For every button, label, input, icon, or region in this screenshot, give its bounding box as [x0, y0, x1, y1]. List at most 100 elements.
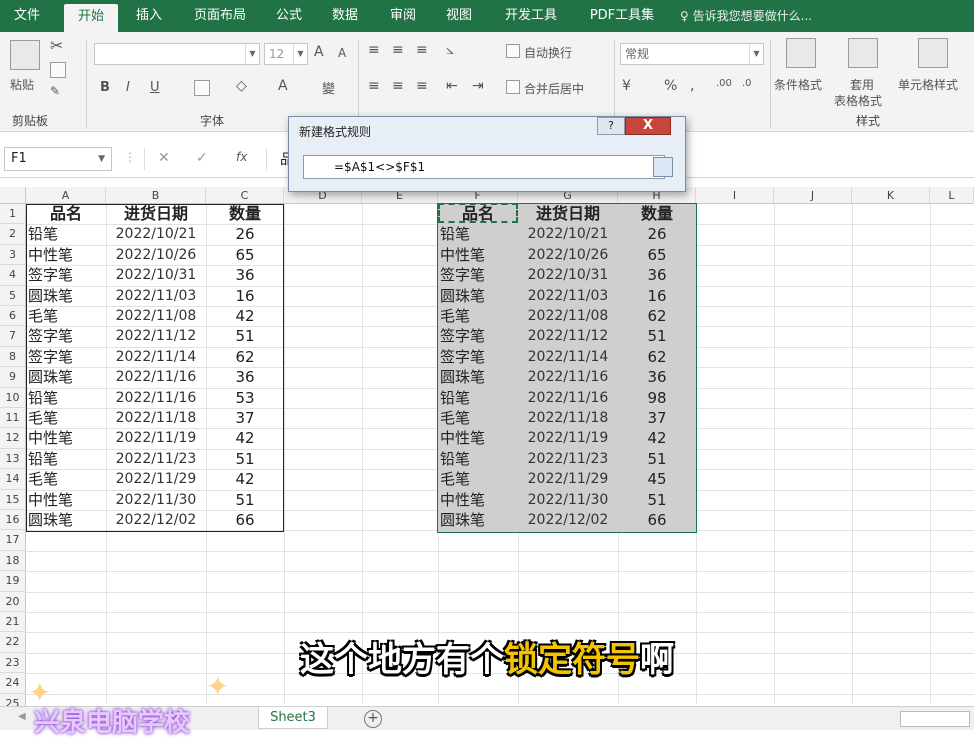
copy-icon[interactable]: [50, 62, 66, 78]
row-header[interactable]: 18: [0, 550, 26, 572]
table-format-icon[interactable]: [848, 38, 878, 68]
scroll-left-icon[interactable]: ◀: [18, 711, 26, 722]
row-header[interactable]: 12: [0, 428, 26, 449]
ribbon-separator: [614, 40, 615, 128]
wrap-text-icon[interactable]: [506, 44, 520, 58]
increase-indent-icon[interactable]: ⇥: [472, 78, 484, 94]
row-header[interactable]: 14: [0, 469, 26, 490]
row-header[interactable]: 21: [0, 612, 26, 633]
cell-styles-icon[interactable]: [918, 38, 948, 68]
comma-icon[interactable]: ,: [690, 78, 694, 94]
formula-input[interactable]: =$A$1<>$F$1: [303, 155, 665, 179]
row-header[interactable]: 9: [0, 367, 26, 388]
increase-font-icon[interactable]: A: [314, 44, 324, 60]
row-header[interactable]: 15: [0, 489, 26, 510]
align-right-icon[interactable]: ≡: [416, 78, 428, 94]
row-header[interactable]: 2: [0, 224, 26, 245]
font-size-combo[interactable]: 12 ▼: [264, 43, 308, 65]
conditional-format-button[interactable]: 条件格式: [774, 76, 822, 93]
row-header[interactable]: 17: [0, 530, 26, 551]
column-header[interactable]: B: [106, 187, 206, 204]
select-all-corner[interactable]: [0, 187, 26, 204]
border-icon[interactable]: [194, 80, 210, 96]
orientation-icon[interactable]: ⦣: [446, 42, 454, 58]
paste-label: 粘贴: [10, 78, 35, 92]
row-header[interactable]: 11: [0, 408, 26, 429]
sheet-tab[interactable]: Sheet3: [258, 707, 328, 729]
decrease-decimal-icon[interactable]: .0: [742, 78, 752, 89]
merge-center-button[interactable]: 合并后居中: [524, 80, 584, 97]
collapse-dialog-icon[interactable]: [653, 157, 673, 177]
currency-icon[interactable]: ¥: [622, 78, 631, 94]
enter-icon[interactable]: ✓: [196, 150, 208, 166]
close-button[interactable]: X: [625, 117, 671, 135]
gridline: [362, 204, 363, 704]
underline-button[interactable]: U: [150, 80, 160, 95]
tab-insert[interactable]: 插入: [126, 0, 172, 32]
column-header[interactable]: I: [696, 187, 774, 204]
format-painter-icon[interactable]: ✎: [50, 84, 60, 98]
align-left-icon[interactable]: ≡: [368, 78, 380, 94]
font-name-combo[interactable]: ▼: [94, 43, 260, 65]
align-center-icon[interactable]: ≡: [392, 78, 404, 94]
cancel-icon[interactable]: ✕: [158, 150, 170, 166]
tell-me-box[interactable]: ♀ 告诉我您想要做什么...: [680, 0, 812, 32]
formula-separator: [144, 148, 145, 170]
bold-button[interactable]: B: [100, 80, 110, 95]
tab-data[interactable]: 数据: [322, 0, 368, 32]
align-middle-icon[interactable]: ≡: [392, 42, 404, 58]
merge-center-icon[interactable]: [506, 80, 520, 94]
gridline: [284, 204, 285, 704]
number-format-combo[interactable]: 常规 ▼: [620, 43, 764, 65]
cut-icon[interactable]: ✂: [50, 36, 63, 55]
tab-view[interactable]: 视图: [436, 0, 482, 32]
row-header[interactable]: 16: [0, 510, 26, 531]
column-header[interactable]: C: [206, 187, 284, 204]
help-button[interactable]: ?: [597, 117, 625, 135]
row-header[interactable]: 19: [0, 571, 26, 592]
tab-page-layout[interactable]: 页面布局: [184, 0, 256, 32]
tab-developer[interactable]: 开发工具: [494, 0, 568, 32]
tab-review[interactable]: 审阅: [380, 0, 426, 32]
add-sheet-icon[interactable]: +: [364, 710, 382, 728]
table-format-label-1[interactable]: 套用: [850, 76, 874, 93]
phonetic-icon[interactable]: 變: [322, 78, 335, 97]
paste-icon[interactable]: [10, 40, 40, 70]
tab-formulas[interactable]: 公式: [266, 0, 312, 32]
insert-function-button[interactable]: fx: [236, 150, 247, 164]
row-header[interactable]: 5: [0, 285, 26, 306]
align-bottom-icon[interactable]: ≡: [416, 42, 428, 58]
increase-decimal-icon[interactable]: .00: [716, 78, 732, 89]
column-header[interactable]: A: [26, 187, 106, 204]
table-format-label-2[interactable]: 表格格式: [834, 92, 882, 109]
row-header[interactable]: 1: [0, 204, 26, 225]
tab-pdf-tools[interactable]: PDF工具集: [580, 0, 664, 32]
chevron-down-icon[interactable]: ▼: [98, 148, 105, 170]
tab-home[interactable]: 开始: [64, 4, 118, 32]
decrease-font-icon[interactable]: A: [338, 46, 346, 60]
italic-button[interactable]: I: [126, 80, 130, 95]
row-header[interactable]: 8: [0, 346, 26, 368]
row-header[interactable]: 6: [0, 306, 26, 327]
row-header[interactable]: 10: [0, 387, 26, 408]
horizontal-scrollbar[interactable]: [900, 711, 970, 727]
cell-styles-button[interactable]: 单元格样式: [898, 76, 958, 93]
conditional-format-icon[interactable]: [786, 38, 816, 68]
column-header[interactable]: K: [852, 187, 930, 204]
row-header[interactable]: 3: [0, 244, 26, 266]
percent-icon[interactable]: %: [664, 78, 677, 94]
row-header[interactable]: 13: [0, 448, 26, 470]
tab-file[interactable]: 文件: [2, 0, 52, 32]
dialog-title: 新建格式规则: [299, 125, 372, 139]
column-header[interactable]: L: [930, 187, 974, 204]
fill-color-icon[interactable]: ◇: [236, 78, 247, 94]
row-header[interactable]: 20: [0, 591, 26, 612]
font-color-icon[interactable]: A: [278, 78, 288, 94]
decrease-indent-icon[interactable]: ⇤: [446, 78, 458, 94]
align-top-icon[interactable]: ≡: [368, 42, 380, 58]
wrap-text-button[interactable]: 自动换行: [524, 44, 572, 61]
row-header[interactable]: 4: [0, 265, 26, 286]
row-header[interactable]: 7: [0, 326, 26, 347]
column-header[interactable]: J: [774, 187, 852, 204]
name-box[interactable]: F1 ▼: [4, 147, 112, 171]
